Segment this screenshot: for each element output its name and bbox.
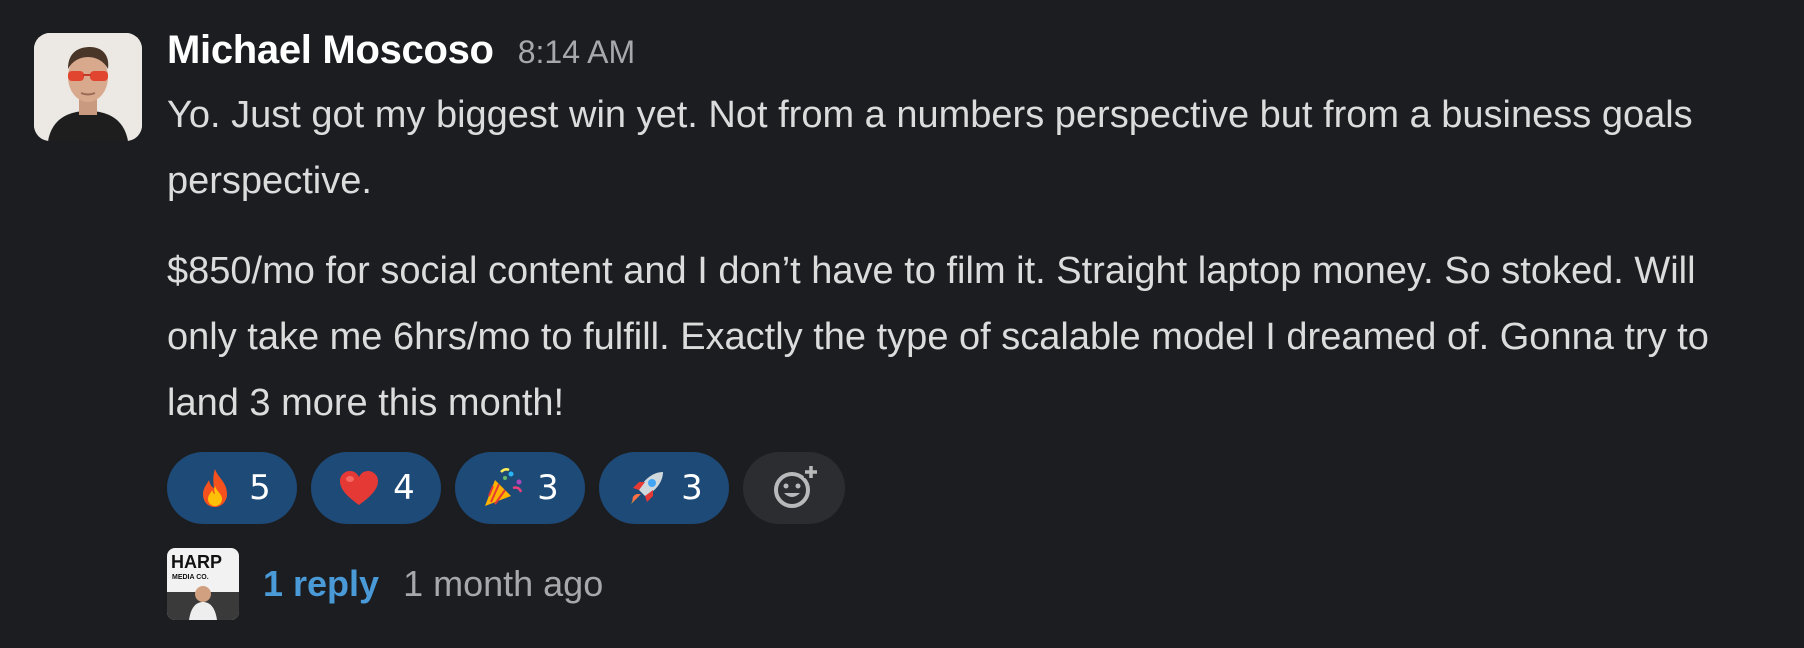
reaction-count: 3 bbox=[537, 468, 559, 508]
party-popper-icon bbox=[485, 468, 523, 506]
thread-summary[interactable]: HARP MEDIA CO. 1 reply 1 month ago bbox=[167, 548, 1767, 620]
reply-count-link[interactable]: 1 reply bbox=[263, 563, 379, 605]
svg-text:MEDIA CO.: MEDIA CO. bbox=[172, 574, 209, 581]
rocket-icon bbox=[631, 472, 664, 504]
reaction-count: 3 bbox=[681, 468, 703, 508]
person-photo-icon bbox=[34, 33, 142, 141]
message-paragraph: Yo. Just got my biggest win yet. Not fro… bbox=[167, 94, 1693, 202]
reaction-party-popper[interactable]: 3 bbox=[455, 452, 585, 524]
last-reply-time: 1 month ago bbox=[403, 563, 604, 604]
svg-text:HARP: HARP bbox=[171, 552, 222, 572]
add-emoji-icon bbox=[774, 464, 818, 508]
thread-replier-avatar: HARP MEDIA CO. bbox=[167, 548, 239, 620]
reaction-heart[interactable]: 4 bbox=[311, 452, 441, 524]
reaction-fire[interactable]: 5 bbox=[167, 452, 297, 524]
reaction-rocket[interactable]: 3 bbox=[599, 452, 729, 524]
fire-icon bbox=[203, 469, 228, 507]
harp-media-logo-icon: HARP MEDIA CO. bbox=[167, 548, 239, 620]
reaction-count: 4 bbox=[393, 468, 415, 508]
heart-icon bbox=[340, 471, 379, 505]
message-header: Michael Moscoso 8:14 AM bbox=[167, 28, 1767, 82]
message-timestamp[interactable]: 8:14 AM bbox=[518, 34, 635, 71]
add-reaction-button[interactable] bbox=[743, 452, 845, 524]
sender-avatar[interactable] bbox=[34, 33, 142, 141]
reaction-count: 5 bbox=[249, 468, 271, 508]
message-item: Michael Moscoso 8:14 AM Yo. Just got my … bbox=[0, 0, 1804, 648]
reactions-bar: 5 4 3 3 bbox=[167, 452, 1767, 524]
sender-name[interactable]: Michael Moscoso bbox=[167, 28, 494, 73]
message-paragraph: $850/mo for social content and I don’t h… bbox=[167, 250, 1709, 424]
message-content: Michael Moscoso 8:14 AM Yo. Just got my … bbox=[167, 28, 1767, 620]
